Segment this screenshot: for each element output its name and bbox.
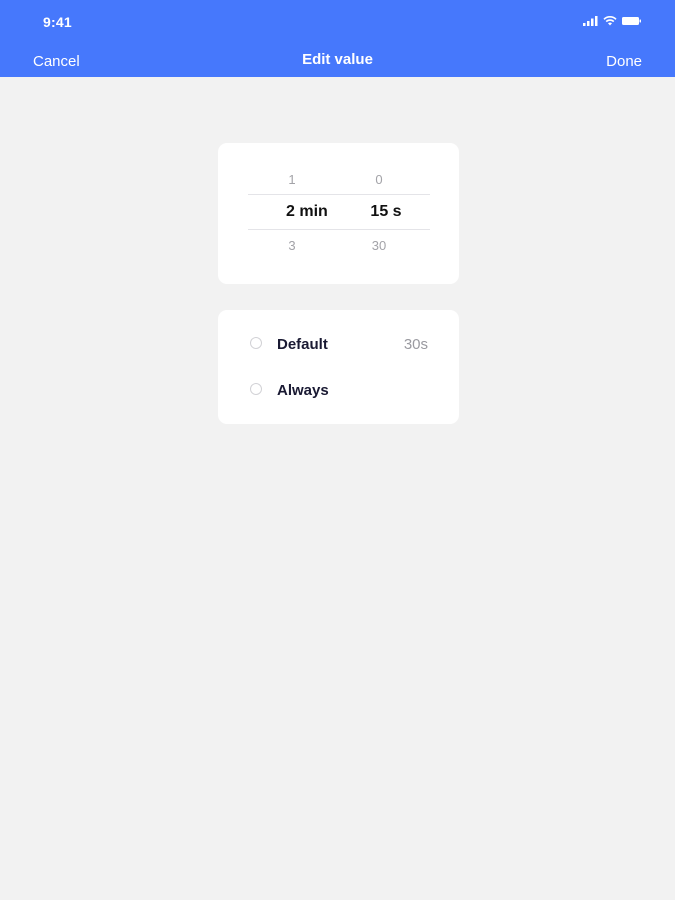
option-default-label: Default (277, 336, 328, 353)
wifi-icon (603, 16, 617, 26)
minutes-selected[interactable]: 2 min (270, 203, 346, 221)
status-icons (583, 15, 642, 27)
done-button[interactable]: Done (606, 53, 642, 70)
page-title: Edit value (302, 51, 373, 68)
time-picker[interactable]: 1 2 min 3 0 15 s 30 (218, 143, 459, 284)
picker-top-divider (248, 194, 430, 195)
battery-icon (622, 17, 641, 25)
signal-icon (583, 16, 598, 26)
radio-always[interactable] (250, 383, 262, 395)
option-default-value: 30s (403, 336, 428, 353)
picker-bottom-divider (248, 229, 430, 230)
option-always-label: Always (277, 382, 329, 399)
seconds-option-above[interactable]: 0 (361, 172, 397, 187)
minutes-option-above[interactable]: 1 (270, 172, 314, 187)
radio-default[interactable] (250, 337, 262, 349)
header-bar: 9:41 Cancel Edit value Done (0, 0, 675, 77)
options-list: Default 30s Always (218, 310, 459, 424)
minutes-option-below[interactable]: 3 (270, 238, 314, 253)
status-time: 9:41 (43, 14, 72, 30)
seconds-option-below[interactable]: 30 (361, 238, 397, 253)
seconds-selected[interactable]: 15 s (366, 203, 406, 221)
